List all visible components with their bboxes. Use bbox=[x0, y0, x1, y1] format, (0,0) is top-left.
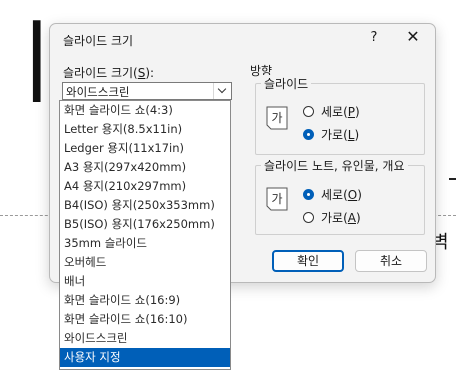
dropdown-item[interactable]: 화면 슬라이드 쇼(4:3) bbox=[60, 101, 230, 120]
notes-landscape-label: 가로(A) bbox=[321, 210, 361, 225]
radio-slides-portrait[interactable] bbox=[303, 105, 314, 117]
cancel-button[interactable]: 취소 bbox=[355, 250, 427, 272]
dropdown-item-highlighted[interactable]: 사용자 지정 bbox=[60, 348, 230, 367]
dropdown-item[interactable]: 배너 bbox=[60, 272, 230, 291]
dropdown-item[interactable]: 와이드스크린 bbox=[60, 329, 230, 348]
dropdown-item[interactable]: B5(ISO) 용지(176x250mm) bbox=[60, 215, 230, 234]
dropdown-item[interactable]: A3 용지(297x420mm) bbox=[60, 158, 230, 177]
combobox-dropdown-button[interactable] bbox=[213, 83, 231, 99]
radio-notes-portrait[interactable] bbox=[303, 188, 314, 200]
slides-orientation-group: 슬라이드 가 세로(P) 가로(L) bbox=[255, 75, 425, 155]
chevron-down-icon bbox=[217, 84, 227, 94]
notes-landscape-option[interactable]: 가로(A) bbox=[303, 209, 361, 225]
dropdown-item[interactable]: 오버헤드 bbox=[60, 253, 230, 272]
close-button[interactable]: ✕ bbox=[403, 27, 423, 46]
radio-notes-landscape[interactable] bbox=[303, 211, 314, 223]
slides-landscape-label: 가로(L) bbox=[321, 127, 360, 142]
help-button[interactable]: ? bbox=[365, 30, 383, 45]
slide-size-dropdown-list: 화면 슬라이드 쇼(4:3) Letter 용지(8.5x11in) Ledge… bbox=[59, 100, 231, 370]
landscape-page-icon: 가 bbox=[266, 106, 288, 130]
page-icon-glyph: 가 bbox=[271, 111, 282, 125]
slide-size-label: 슬라이드 크기(S): bbox=[63, 66, 155, 80]
slides-group-label: 슬라이드 bbox=[261, 75, 312, 92]
dropdown-item[interactable]: Letter 용지(8.5x11in) bbox=[60, 120, 230, 139]
slide-size-combobox[interactable]: 와이드스크린 bbox=[62, 82, 232, 100]
dropdown-item[interactable]: A4 용지(210x297mm) bbox=[60, 177, 230, 196]
radio-slides-landscape[interactable] bbox=[303, 128, 314, 140]
dropdown-item[interactable]: 화면 슬라이드 쇼(16:10) bbox=[60, 310, 230, 329]
slide-size-combobox-value: 와이드스크린 bbox=[66, 85, 130, 99]
dropdown-item[interactable]: B4(ISO) 용지(250x353mm) bbox=[60, 196, 230, 215]
notes-group-label: 슬라이드 노트, 유인물, 개요 bbox=[261, 157, 408, 174]
slides-landscape-option[interactable]: 가로(L) bbox=[303, 126, 359, 142]
ok-button[interactable]: 확인 bbox=[272, 250, 344, 272]
dropdown-item[interactable]: Ledger 용지(11x17in) bbox=[60, 139, 230, 158]
page-icon-glyph: 가 bbox=[271, 192, 282, 206]
dropdown-item[interactable]: 화면 슬라이드 쇼(16:9) bbox=[60, 291, 230, 310]
notes-portrait-option[interactable]: 세로(O) bbox=[303, 186, 362, 202]
notes-portrait-label: 세로(O) bbox=[321, 187, 362, 202]
slides-portrait-label: 세로(P) bbox=[321, 104, 360, 119]
portrait-page-icon: 가 bbox=[266, 187, 288, 211]
notes-orientation-group: 슬라이드 노트, 유인물, 개요 가 세로(O) 가로(A) bbox=[255, 157, 425, 235]
dropdown-item[interactable]: 35mm 슬라이드 bbox=[60, 234, 230, 253]
background-dash bbox=[449, 178, 456, 180]
slides-portrait-option[interactable]: 세로(P) bbox=[303, 103, 360, 119]
dialog-title: 슬라이드 크기 bbox=[63, 34, 134, 48]
